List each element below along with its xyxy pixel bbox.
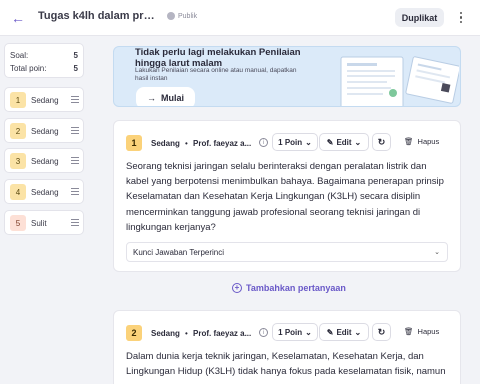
start-button[interactable]: → Mulai — [136, 87, 195, 106]
question-number-badge: 5 — [10, 215, 26, 231]
info-icon[interactable]: i — [259, 328, 268, 337]
edit-label: Edit — [336, 137, 352, 147]
back-button[interactable]: ← — [8, 8, 28, 28]
separator-dot: • — [185, 329, 188, 338]
promo-banner: Tidak perlu lagi melakukan Penilaian hin… — [113, 46, 461, 107]
question-number-badge: 1 — [126, 135, 142, 151]
question-number-badge: 2 — [126, 325, 142, 341]
drag-handle-icon[interactable] — [71, 219, 79, 226]
question-number-badge: 4 — [10, 184, 26, 200]
soal-label: Soal: — [10, 51, 29, 60]
drag-handle-icon[interactable] — [71, 96, 79, 103]
drag-handle-icon[interactable] — [71, 188, 79, 195]
question-text: Dalam dunia kerja teknik jaringan, Kesel… — [126, 351, 446, 378]
poin-value: 5 — [73, 64, 78, 73]
answer-key-dropdown[interactable]: Kunci Jawaban Terperinci ⌄ — [126, 242, 448, 262]
delete-label: Hapus — [417, 327, 440, 336]
question-difficulty: Sedang — [31, 127, 59, 136]
more-vertical-icon[interactable] — [454, 8, 468, 27]
question-author: Prof. faeyaz a... — [193, 139, 252, 148]
globe-icon — [167, 12, 175, 20]
question-difficulty: Sedang — [31, 188, 59, 197]
banner-illustration — [340, 56, 459, 106]
sidebar-question-3[interactable]: 3 Sedang — [4, 148, 84, 173]
question-difficulty: Sedang — [151, 329, 180, 338]
edit-button[interactable]: ✎ Edit ⌄ — [319, 323, 369, 341]
soal-value: 5 — [73, 51, 78, 60]
chevron-down-icon: ⌄ — [305, 327, 312, 337]
question-number-badge: 3 — [10, 153, 26, 169]
sidebar-question-4[interactable]: 4 Sedang — [4, 179, 84, 204]
question-toolbar: 1 Sedang • Prof. faeyaz a... i 1 Poin ⌄ … — [126, 133, 451, 151]
question-number-badge: 2 — [10, 123, 26, 139]
separator-dot: • — [185, 139, 188, 148]
question-difficulty: Sedang — [31, 96, 59, 105]
refresh-icon[interactable]: ↻ — [372, 133, 391, 151]
arrow-left-icon: ← — [11, 10, 25, 26]
add-question-button[interactable]: + Tambahkan pertanyaan — [232, 283, 346, 293]
edit-button[interactable]: ✎ Edit ⌄ — [319, 133, 369, 151]
start-button-label: Mulai — [160, 93, 184, 103]
visibility-indicator: Publik — [167, 12, 197, 20]
banner-subtitle: Lakukan Penilaian secara online atau man… — [135, 67, 297, 82]
points-label: 1 Poin — [278, 327, 303, 337]
sidebar-question-1[interactable]: 1 Sedang — [4, 87, 84, 112]
chevron-down-icon: ⌄ — [305, 137, 312, 147]
quiz-stats: Soal: 5 Total poin: 5 — [4, 43, 84, 78]
drag-handle-icon[interactable] — [71, 157, 79, 164]
question-toolbar: 2 Sedang • Prof. faeyaz a... i 1 Poin ⌄ … — [126, 323, 451, 341]
question-difficulty: Sulit — [31, 219, 47, 228]
refresh-icon[interactable]: ↻ — [372, 323, 391, 341]
question-difficulty: Sedang — [31, 157, 59, 166]
delete-button[interactable]: 🗑 Hapus — [404, 327, 439, 336]
question-number-badge: 1 — [10, 92, 26, 108]
sidebar-question-5[interactable]: 5 Sulit — [4, 210, 84, 235]
trash-icon: 🗑 — [404, 327, 414, 336]
question-difficulty: Sedang — [151, 139, 180, 148]
question-card-1: 1 Sedang • Prof. faeyaz a... i 1 Poin ⌄ … — [113, 120, 461, 272]
duplicate-button[interactable]: Duplikat — [395, 8, 444, 27]
question-author: Prof. faeyaz a... — [193, 329, 252, 338]
plus-circle-icon: + — [232, 283, 242, 293]
arrow-right-icon: → — [146, 93, 156, 103]
add-question-label: Tambahkan pertanyaan — [246, 283, 346, 293]
info-icon[interactable]: i — [259, 138, 268, 147]
edit-label: Edit — [336, 327, 352, 337]
pencil-icon: ✎ — [326, 137, 334, 147]
top-bar: ← Tugas k4lh dalam profesi d... Publik D… — [0, 0, 480, 36]
chevron-down-icon: ⌄ — [354, 137, 362, 147]
banner-title: Tidak perlu lagi melakukan Penilaian hin… — [135, 47, 301, 69]
question-card-2: 2 Sedang • Prof. faeyaz a... i 1 Poin ⌄ … — [113, 310, 461, 384]
points-dropdown[interactable]: 1 Poin ⌄ — [272, 133, 318, 151]
points-label: 1 Poin — [278, 137, 303, 147]
question-text: Seorang teknisi jaringan selalu berinter… — [126, 161, 444, 233]
drag-handle-icon[interactable] — [71, 127, 79, 134]
delete-button[interactable]: 🗑 Hapus — [404, 137, 439, 146]
chevron-down-icon: ⌄ — [434, 249, 440, 256]
trash-icon: 🗑 — [404, 137, 414, 146]
quiz-title: Tugas k4lh dalam profesi d... — [38, 10, 156, 22]
answer-key-label: Kunci Jawaban Terperinci — [133, 247, 225, 257]
visibility-label: Publik — [178, 12, 198, 20]
chevron-down-icon: ⌄ — [354, 327, 362, 337]
delete-label: Hapus — [417, 137, 440, 146]
poin-label: Total poin: — [10, 64, 47, 73]
pencil-icon: ✎ — [326, 327, 334, 337]
points-dropdown[interactable]: 1 Poin ⌄ — [272, 323, 318, 341]
sidebar-question-2[interactable]: 2 Sedang — [4, 118, 84, 143]
